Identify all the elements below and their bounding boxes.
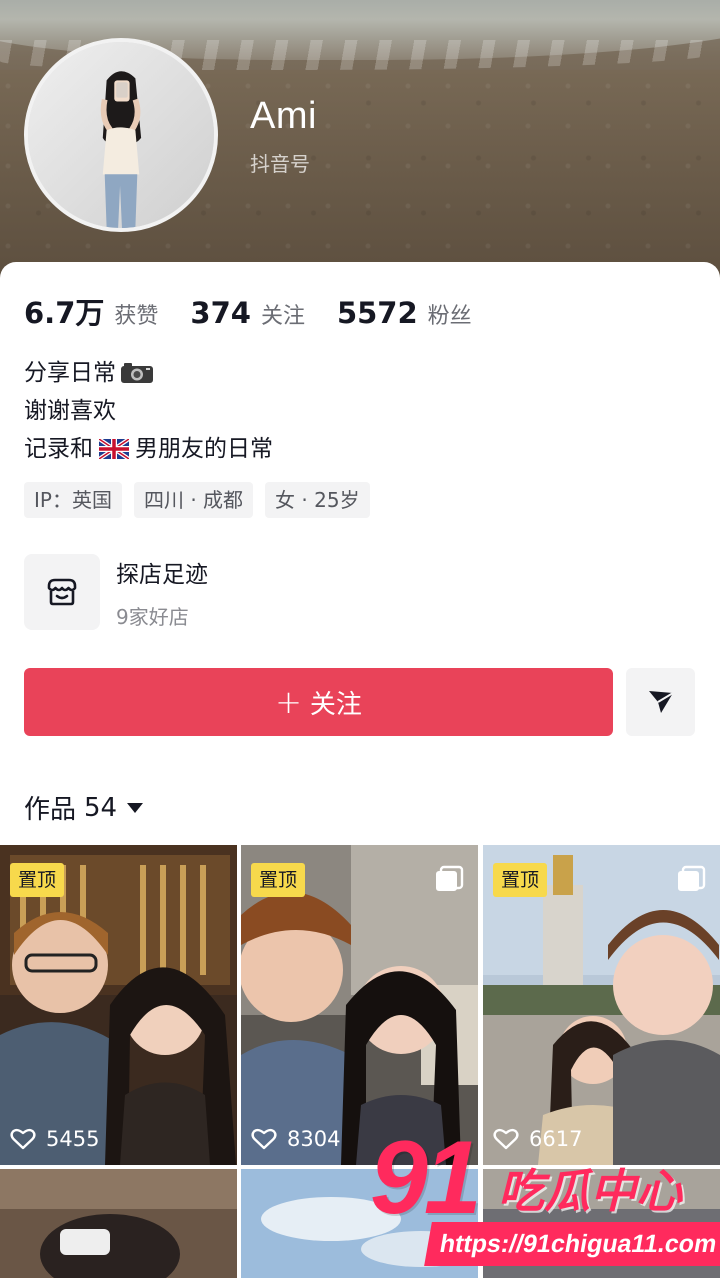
watermark-url: https://91chigua11.com [424, 1222, 720, 1266]
douyin-id-label[interactable]: 抖音号 [250, 148, 310, 177]
ip-location-tag: IP：英国 [24, 482, 122, 518]
stat-label: 关注 [260, 304, 305, 329]
video-tile[interactable] [0, 1169, 237, 1278]
like-count-value: 8304 [287, 1127, 341, 1151]
follow-button-label: 关注 [309, 689, 362, 720]
site-watermark: 91 吃瓜中心 https://91chigua11.com [370, 1120, 720, 1278]
send-icon [648, 691, 674, 713]
watermark-number: 91 [370, 1120, 482, 1236]
stat-value: 374 [190, 296, 251, 330]
works-count: 54 [84, 792, 118, 823]
works-label: 作品 [24, 795, 77, 825]
profile-card: 6.7万 获赞 374 关注 5572 粉丝 分享日常 谢谢喜欢 记录和 男朋友… [0, 262, 720, 1278]
profile-tags: IP：英国 四川 · 成都 女 · 25岁 [24, 482, 382, 518]
bio-line: 记录和 男朋友的日常 [24, 430, 273, 468]
shop-visits-title: 探店足迹 [116, 561, 208, 588]
stat-following[interactable]: 374 关注 [190, 296, 305, 330]
shop-visits-text: 探店足迹 9家好店 [116, 555, 208, 630]
bio-line-text: 男朋友的日常 [135, 436, 273, 462]
uk-flag-icon [99, 439, 129, 459]
profile-name: Ami [250, 95, 317, 137]
plus-icon: + [275, 683, 302, 721]
multi-image-icon [678, 865, 706, 891]
bio-line: 谢谢喜欢 [24, 392, 273, 430]
bio-line-text: 记录和 [24, 436, 93, 462]
heart-icon [10, 1128, 36, 1150]
stat-label: 粉丝 [427, 304, 472, 329]
like-count: 5455 [10, 1127, 99, 1151]
like-count: 8304 [251, 1127, 340, 1151]
chevron-down-icon [127, 802, 144, 813]
stat-value: 6.7万 [24, 296, 105, 330]
multi-image-icon [436, 865, 464, 891]
bio-line: 分享日常 [24, 354, 273, 392]
bio: 分享日常 谢谢喜欢 记录和 男朋友的日常 [24, 354, 273, 468]
pinned-badge: 置顶 [10, 863, 65, 897]
camera-icon [121, 363, 153, 383]
gender-age-tag: 女 · 25岁 [265, 482, 370, 518]
heart-icon [251, 1128, 277, 1150]
store-icon [47, 578, 77, 606]
shop-visits-count: 9家好店 [116, 604, 189, 629]
stat-label: 获赞 [114, 304, 159, 329]
stat-value: 5572 [336, 296, 418, 330]
message-button[interactable] [626, 668, 695, 736]
pinned-badge: 置顶 [493, 863, 548, 897]
like-count-value: 5455 [46, 1127, 100, 1151]
works-tab[interactable]: 作品 54 [24, 789, 144, 826]
avatar-photo [28, 42, 214, 228]
shop-visits-icon-box [24, 554, 100, 630]
profile-banner: Ami 抖音号 [0, 0, 720, 285]
city-tag: 四川 · 成都 [133, 482, 254, 518]
stat-likes[interactable]: 6.7万 获赞 [24, 290, 158, 332]
watermark-text: 吃瓜中心 [498, 1164, 682, 1218]
pinned-badge: 置顶 [251, 863, 306, 897]
video-tile[interactable]: 置顶 6617 [483, 845, 720, 1165]
avatar[interactable] [24, 38, 218, 232]
stats-row: 6.7万 获赞 374 关注 5572 粉丝 [24, 290, 504, 332]
follow-button[interactable]: + 关注 [24, 668, 613, 736]
stat-followers[interactable]: 5572 粉丝 [337, 296, 472, 330]
bio-line-text: 谢谢喜欢 [24, 398, 116, 424]
video-thumbnail [0, 1169, 237, 1278]
bio-line-text: 分享日常 [24, 360, 116, 386]
video-tile[interactable]: 置顶 5455 [0, 845, 237, 1165]
shop-visits-entry[interactable]: 探店足迹 9家好店 [24, 554, 208, 630]
video-tile[interactable]: 置顶 8304 [241, 845, 478, 1165]
